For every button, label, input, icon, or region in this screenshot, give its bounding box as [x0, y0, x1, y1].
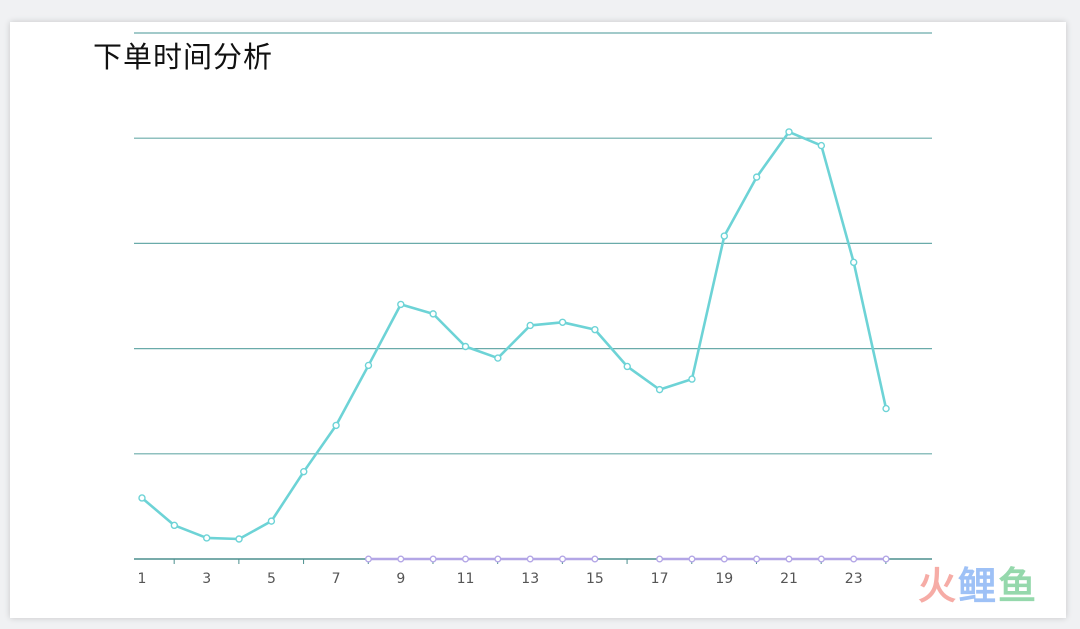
data-point: [817, 141, 826, 150]
data-point: [397, 300, 405, 309]
data-point: [850, 258, 858, 267]
data-point: [526, 321, 534, 330]
x-tick-label: 15: [586, 571, 604, 587]
x-tick-label: 11: [457, 571, 475, 587]
x-tick-label: 23: [845, 571, 863, 587]
x-tick-label: 21: [780, 571, 798, 587]
data-point-flat: [785, 555, 793, 563]
series-line-main: [141, 130, 888, 541]
data-point: [785, 128, 793, 136]
data-point: [591, 325, 599, 334]
data-point: [235, 535, 243, 543]
x-tick-label: 19: [715, 571, 733, 587]
data-point-flat: [559, 555, 566, 563]
data-point: [300, 467, 308, 476]
data-point-flat: [526, 555, 534, 563]
data-point: [202, 534, 211, 542]
data-point-flat: [429, 555, 437, 563]
data-point-flat: [397, 555, 405, 563]
x-tick-label: 13: [521, 571, 539, 587]
data-point-flat: [882, 555, 890, 563]
data-point-flat: [365, 555, 372, 563]
data-point: [623, 362, 631, 371]
data-point: [429, 310, 437, 318]
data-point-flat: [753, 555, 761, 563]
data-point: [170, 521, 179, 530]
data-point: [752, 173, 761, 181]
data-point-flat: [817, 555, 825, 563]
data-point: [882, 404, 890, 413]
data-point-flat: [720, 555, 728, 563]
x-tick-label: 3: [202, 571, 211, 587]
data-point-flat: [850, 555, 858, 563]
data-point: [720, 232, 728, 240]
data-point: [655, 385, 664, 394]
data-point: [688, 375, 696, 383]
data-point-flat: [656, 555, 664, 563]
x-tick-label: 9: [396, 571, 405, 587]
data-point: [364, 361, 373, 370]
data-point-flat: [591, 555, 599, 563]
data-point: [138, 494, 146, 502]
x-tick-label: 17: [651, 571, 669, 587]
data-point-flat: [462, 555, 469, 563]
data-point: [332, 421, 340, 430]
x-tick-label: 5: [267, 571, 276, 587]
data-point-flat: [494, 555, 502, 563]
data-point: [267, 517, 276, 525]
data-point: [558, 318, 567, 326]
data-point-flat: [688, 555, 696, 563]
data-point: [494, 354, 502, 362]
data-point: [461, 342, 470, 351]
x-tick-label: 7: [332, 571, 341, 587]
x-tick-label: 1: [138, 571, 147, 587]
line-chart: 1 3 5 7 9 11 13 15 17 19 21 23: [134, 32, 932, 587]
